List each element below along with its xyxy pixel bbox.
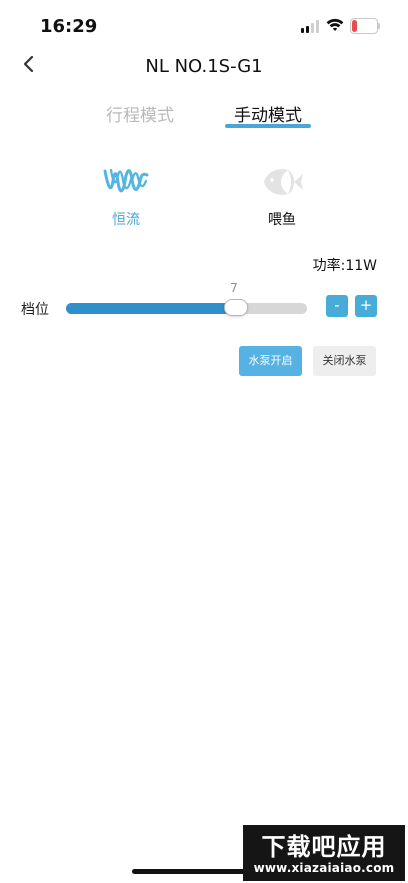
fish-icon (264, 169, 303, 195)
app-screen: 16:29 18 NL NO.1S-G1 行程模式 手动模式 恒流 喂鱼 功率:… (0, 0, 408, 883)
gear-label: 档位 (21, 302, 49, 318)
battery-indicator: 18 (350, 18, 381, 34)
watermark: 下载吧应用 www.xiazaiaiao.com (243, 825, 405, 881)
mode-feed-fish[interactable]: 喂鱼 (237, 163, 327, 233)
slider-fill (66, 303, 235, 314)
status-time: 16:29 (40, 16, 98, 37)
watermark-url: www.xiazaiaiao.com (253, 861, 395, 875)
battery-level-text: 18 (356, 19, 372, 32)
pump-off-button[interactable]: 关闭水泵 (313, 346, 376, 376)
mode-feed-fish-label: 喂鱼 (268, 212, 296, 228)
increase-button[interactable]: + (355, 295, 377, 317)
slider-thumb[interactable] (223, 299, 248, 316)
battery-body: 18 (350, 18, 378, 34)
battery-nub (378, 23, 380, 29)
decrease-button[interactable]: - (326, 295, 348, 317)
pump-on-button[interactable]: 水泵开启 (239, 346, 302, 376)
constant-flow-icon (103, 168, 149, 193)
mode-constant-flow[interactable]: 恒流 (81, 163, 171, 233)
mode-constant-flow-label: 恒流 (112, 212, 140, 228)
watermark-title: 下载吧应用 (261, 833, 387, 861)
gear-slider[interactable] (66, 299, 307, 316)
power-readout: 功率:11W (312, 258, 377, 274)
wifi-icon (326, 18, 344, 31)
back-icon[interactable] (16, 50, 44, 78)
tab-manual-mode[interactable]: 手动模式 (218, 101, 318, 126)
status-bar: 16:29 18 (0, 0, 408, 54)
slider-value: 7 (230, 281, 238, 295)
page-title: NL NO.1S-G1 (145, 56, 263, 77)
active-tab-indicator (225, 124, 311, 128)
tab-route-mode[interactable]: 行程模式 (90, 101, 190, 126)
signal-icon (301, 20, 319, 33)
